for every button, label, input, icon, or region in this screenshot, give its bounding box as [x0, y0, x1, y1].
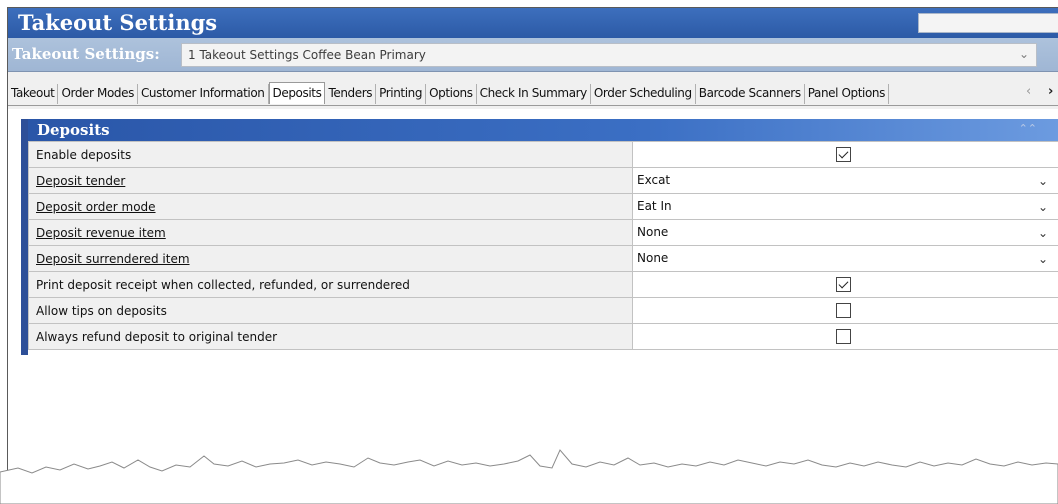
setting-value-cell[interactable]: [632, 141, 1058, 168]
setting-value-cell[interactable]: Excat ⌄: [632, 167, 1058, 194]
torn-edge: [0, 449, 1058, 504]
setting-dropdown-value: None: [637, 251, 669, 265]
group-header[interactable]: Deposits ⌃⌃: [28, 119, 1058, 141]
setting-dropdown-value: None: [637, 225, 669, 239]
setting-label-cell: Always refund deposit to original tender: [28, 323, 633, 350]
tab-customer-information[interactable]: Customer Information: [138, 84, 269, 104]
setting-row: Deposit tender Excat ⌄: [28, 167, 1058, 194]
setting-row: Enable deposits: [28, 141, 1058, 168]
setting-label-cell[interactable]: Deposit tender: [28, 167, 633, 194]
setting-link[interactable]: Deposit revenue item: [36, 226, 166, 240]
record-selector-label: Takeout Settings:: [12, 45, 160, 63]
tab-deposits[interactable]: Deposits: [268, 82, 326, 104]
setting-dropdown-value: Excat: [637, 173, 671, 187]
setting-value-cell[interactable]: [632, 297, 1058, 324]
record-selector-value: 1 Takeout Settings Coffee Bean Primary: [188, 48, 426, 62]
window-title: Takeout Settings: [18, 10, 218, 35]
setting-label-cell[interactable]: Deposit surrendered item: [28, 245, 633, 272]
setting-row: Allow tips on deposits: [28, 297, 1058, 324]
setting-value-cell[interactable]: None ⌄: [632, 219, 1058, 246]
group-title: Deposits: [37, 121, 110, 139]
setting-label-cell[interactable]: Deposit order mode: [28, 193, 633, 220]
setting-value-cell[interactable]: Eat In ⌄: [632, 193, 1058, 220]
setting-row: Always refund deposit to original tender: [28, 323, 1058, 350]
deposits-group: Deposits ⌃⌃ Enable deposits Deposit tende…: [21, 119, 1058, 355]
tab-list: Takeout Order Modes Customer Information De…: [8, 82, 889, 104]
setting-label-cell[interactable]: Deposit revenue item: [28, 219, 633, 246]
tab-options[interactable]: Options: [426, 84, 477, 104]
tab-barcode-scanners[interactable]: Barcode Scanners: [696, 84, 805, 104]
settings-grid: Enable deposits Deposit tender Excat ⌄ Depos…: [28, 141, 1058, 350]
chevron-down-icon[interactable]: ⌄: [1038, 174, 1048, 188]
setting-link[interactable]: Deposit order mode: [36, 200, 156, 214]
chevron-down-icon[interactable]: ⌄: [1038, 226, 1048, 240]
tab-order-modes[interactable]: Order Modes: [58, 84, 138, 104]
setting-row: Deposit surrendered item None ⌄: [28, 245, 1058, 272]
setting-checkbox[interactable]: [836, 303, 851, 318]
chevron-down-icon[interactable]: ⌄: [1038, 200, 1048, 214]
setting-link[interactable]: Deposit surrendered item: [36, 252, 190, 266]
setting-checkbox[interactable]: [836, 277, 851, 292]
search-box[interactable]: [918, 13, 1058, 33]
chevron-down-icon: ⌄: [1018, 47, 1029, 61]
record-selector-bar: Takeout Settings: 1 Takeout Settings Cof…: [8, 38, 1058, 72]
tab-printing[interactable]: Printing: [376, 84, 427, 104]
setting-label: Allow tips on deposits: [36, 303, 167, 318]
setting-checkbox[interactable]: [836, 147, 851, 162]
setting-link[interactable]: Deposit tender: [36, 174, 125, 188]
tab-check-in-summary[interactable]: Check In Summary: [477, 84, 591, 104]
setting-label: Always refund deposit to original tender: [36, 329, 278, 344]
setting-row: Print deposit receipt when collected, re…: [28, 271, 1058, 298]
tab-takeout[interactable]: Takeout: [8, 84, 59, 104]
chevron-down-icon[interactable]: ⌄: [1038, 252, 1048, 266]
tab-scroll-left-icon[interactable]: ‹: [1026, 84, 1031, 99]
title-bar: Takeout Settings: [8, 8, 1058, 38]
setting-label: Enable deposits: [36, 147, 132, 162]
setting-row: Deposit revenue item None ⌄: [28, 219, 1058, 246]
setting-value-cell[interactable]: [632, 271, 1058, 298]
group-accent-bar: [21, 119, 28, 355]
record-selector-dropdown[interactable]: 1 Takeout Settings Coffee Bean Primary ⌄: [181, 43, 1037, 67]
setting-label-cell: Allow tips on deposits: [28, 297, 633, 324]
setting-row: Deposit order mode Eat In ⌄: [28, 193, 1058, 220]
setting-value-cell[interactable]: [632, 323, 1058, 350]
tab-order-scheduling[interactable]: Order Scheduling: [591, 84, 696, 104]
setting-label-cell: Enable deposits: [28, 141, 633, 168]
setting-checkbox[interactable]: [836, 329, 851, 344]
setting-dropdown-value: Eat In: [637, 199, 672, 213]
checkmark-icon: [838, 148, 849, 159]
tab-tenders[interactable]: Tenders: [325, 84, 377, 104]
collapse-icon[interactable]: ⌃⌃: [1019, 122, 1037, 135]
tab-strip: Takeout Order Modes Customer Information De…: [8, 81, 1058, 106]
setting-value-cell[interactable]: None ⌄: [632, 245, 1058, 272]
checkmark-icon: [838, 278, 849, 289]
tab-panel-options[interactable]: Panel Options: [805, 84, 889, 104]
setting-label-cell: Print deposit receipt when collected, re…: [28, 271, 633, 298]
tab-scroll-right-icon[interactable]: ›: [1048, 84, 1053, 99]
setting-label: Print deposit receipt when collected, re…: [36, 277, 410, 292]
